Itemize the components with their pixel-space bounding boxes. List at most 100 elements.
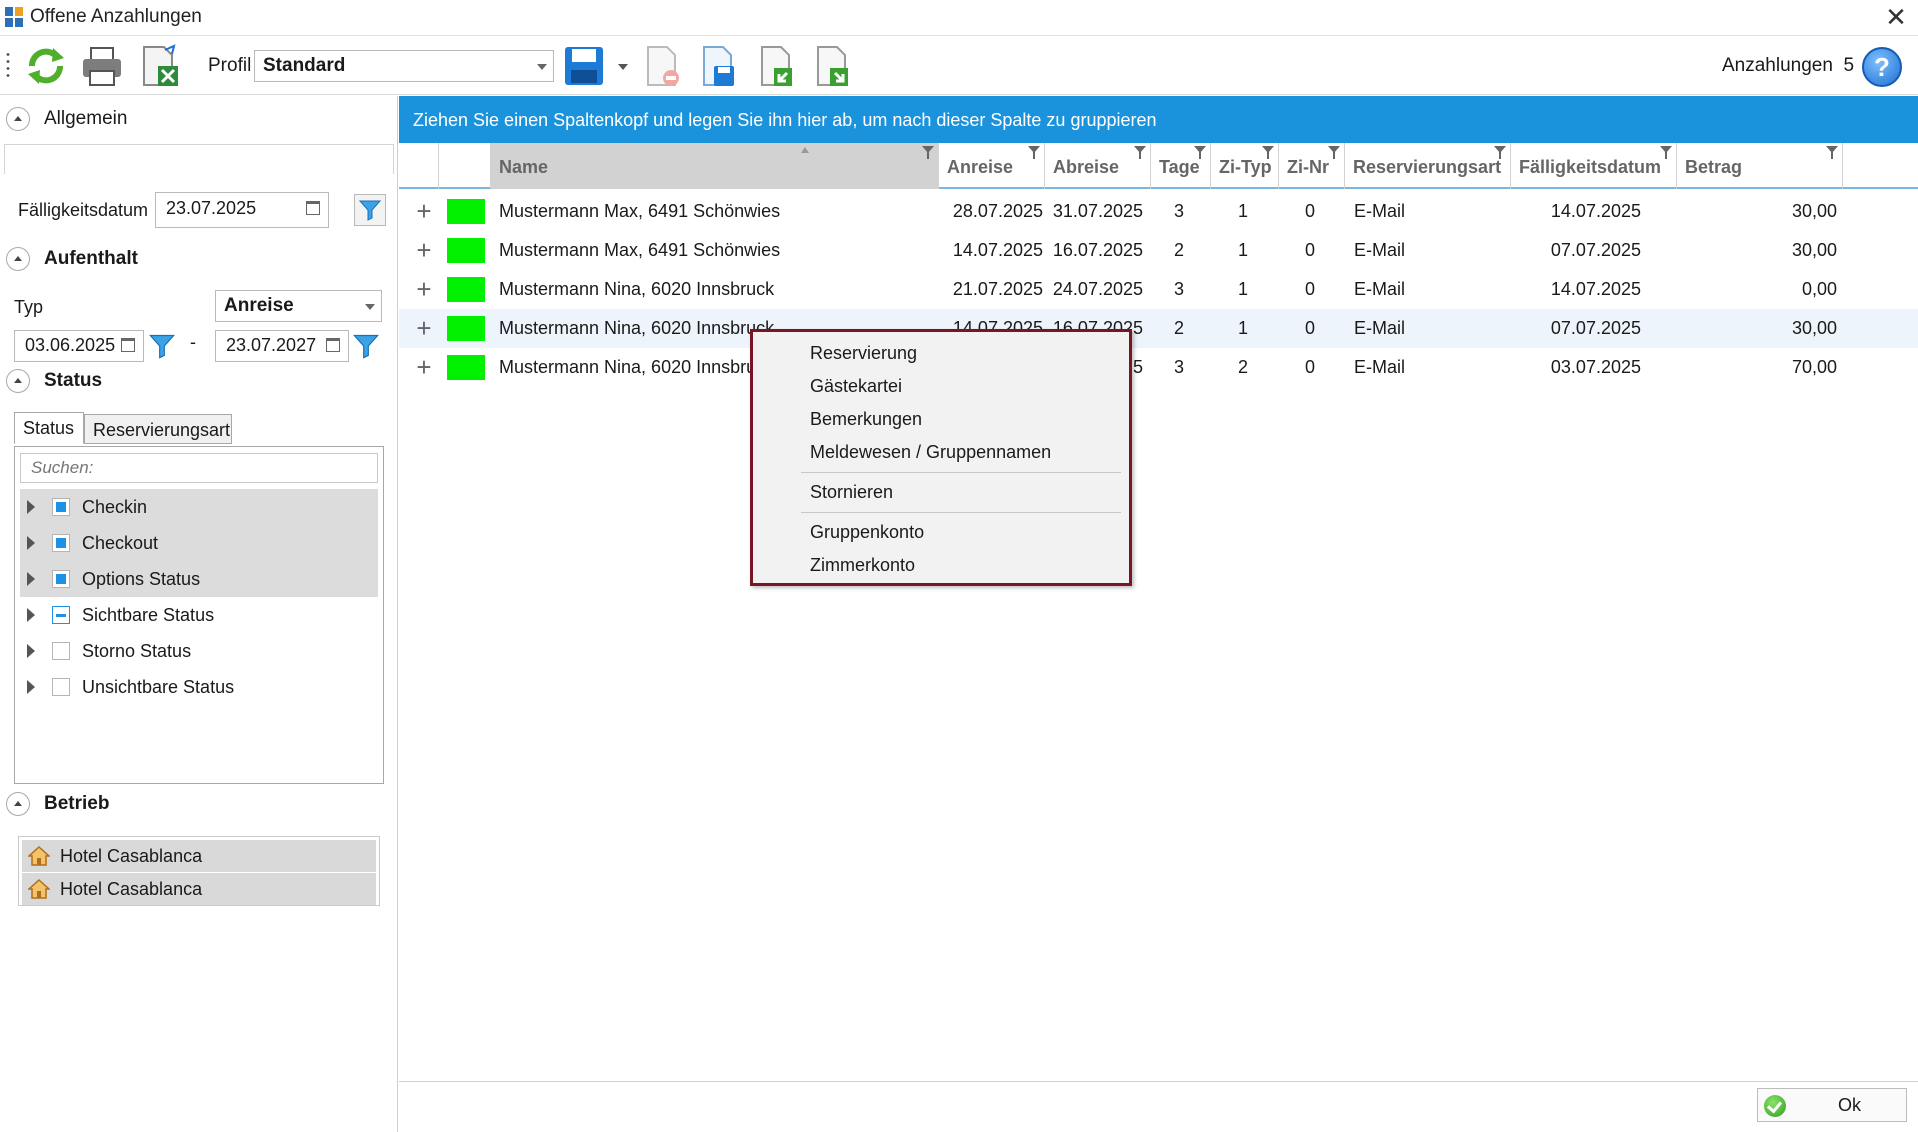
typ-select[interactable]: Anreise (215, 290, 382, 322)
context-menu-item[interactable]: Reservierung (753, 337, 1129, 370)
column-filter-icon[interactable] (1328, 146, 1340, 159)
col-zi-typ-header[interactable]: Zi-Typ (1211, 143, 1279, 189)
status-tree-item[interactable]: Checkin (20, 489, 378, 525)
section-allgemein[interactable]: Allgemein (6, 105, 127, 133)
expand-row-icon[interactable]: + (413, 231, 435, 270)
status-search-input[interactable] (20, 453, 378, 483)
cell-zityp: 1 (1237, 201, 1248, 221)
context-menu-item[interactable]: Gästekartei (753, 370, 1129, 403)
status-tree-item[interactable]: Unsichtbare Status (20, 669, 378, 705)
col-abreise-header[interactable]: Abreise (1045, 143, 1151, 189)
col-betrag-header[interactable]: Betrag (1677, 143, 1843, 189)
column-filter-icon[interactable] (1660, 146, 1672, 159)
status-checkbox[interactable] (52, 570, 70, 588)
toolbar-grip[interactable] (6, 51, 10, 79)
date-to-filter-button[interactable] (352, 332, 382, 362)
context-menu-item[interactable]: Zimmerkonto (753, 549, 1129, 582)
section-status[interactable]: Status (6, 367, 102, 395)
tab-reservierungsart[interactable]: Reservierungsart (84, 414, 232, 444)
calendar-icon[interactable] (121, 338, 135, 352)
context-menu-item[interactable]: Gruppenkonto (753, 516, 1129, 549)
status-checkbox[interactable] (52, 534, 70, 552)
status-tree-item[interactable]: Sichtbare Status (20, 597, 378, 633)
date-to-field[interactable]: 23.07.2027 (215, 330, 349, 362)
refresh-icon[interactable] (22, 42, 70, 90)
betrieb-item[interactable]: Hotel Casablanca (22, 840, 376, 872)
save-dropdown-icon[interactable] (618, 64, 628, 70)
context-menu-item[interactable]: Stornieren (753, 476, 1129, 509)
column-filter-icon[interactable] (1194, 146, 1206, 159)
section-aufenthalt[interactable]: Aufenthalt (6, 245, 138, 273)
status-tree-item[interactable]: Storno Status (20, 633, 378, 669)
column-filter-icon[interactable] (1494, 146, 1506, 159)
column-filter-icon[interactable] (1826, 146, 1838, 159)
calendar-icon[interactable] (326, 338, 340, 352)
table-row[interactable]: + Mustermann Max, 6491 Schönwies 14.07.202… (399, 231, 1918, 270)
print-icon[interactable] (78, 42, 126, 90)
expand-arrow-icon[interactable] (27, 680, 35, 694)
header-blank[interactable] (399, 143, 439, 189)
column-filter-icon[interactable] (922, 146, 934, 159)
collapse-icon[interactable] (6, 792, 30, 816)
status-tree-item[interactable]: Checkout (20, 525, 378, 561)
date-from-field[interactable]: 03.06.2025 (14, 330, 144, 362)
group-by-panel[interactable]: Ziehen Sie einen Spaltenkopf und legen S… (399, 96, 1918, 143)
column-filter-icon[interactable] (1028, 146, 1040, 159)
collapse-icon[interactable] (6, 369, 30, 393)
table-row[interactable]: + Mustermann Nina, 6020 Innsbruck 14.07.20… (399, 309, 1918, 348)
expand-arrow-icon[interactable] (27, 572, 35, 586)
close-icon[interactable]: ✕ (1880, 2, 1912, 32)
date-range-dash: - (190, 332, 196, 352)
cell-betrag: 30,00 (1791, 201, 1837, 221)
betrieb-item[interactable]: Hotel Casablanca (22, 873, 376, 905)
excel-export-icon[interactable] (136, 42, 184, 90)
date-from-filter-button[interactable] (148, 332, 178, 362)
col-tage-header[interactable]: Tage (1151, 143, 1211, 189)
expand-arrow-icon[interactable] (27, 536, 35, 550)
save-as-profile-icon[interactable] (694, 42, 742, 90)
section-betrieb[interactable]: Betrieb (6, 790, 109, 818)
status-checkbox[interactable] (52, 498, 70, 516)
column-filter-icon[interactable] (1262, 146, 1274, 159)
status-tree-item[interactable]: Options Status (20, 561, 378, 597)
header-blank[interactable] (439, 143, 491, 189)
help-icon[interactable]: ? (1862, 47, 1902, 87)
col-zi-nr-header[interactable]: Zi-Nr (1279, 143, 1345, 189)
profil-select[interactable]: Standard (254, 50, 554, 82)
context-menu-item[interactable]: Meldewesen / Gruppennamen (753, 436, 1129, 469)
cell-abreise: 24.07.2025 (1052, 279, 1143, 299)
faelligkeit-date-field[interactable]: 23.07.2025 (155, 192, 329, 228)
expand-row-icon[interactable]: + (413, 270, 435, 309)
cell-anreise: 14.07.2025 (952, 240, 1043, 260)
expand-row-icon[interactable]: + (413, 192, 435, 231)
table-row[interactable]: + Mustermann Nina, 6020 Innsbruck 21.07.20… (399, 270, 1918, 309)
calendar-icon[interactable] (306, 201, 320, 215)
col-reservierungsart-header[interactable]: Reservierungsart (1345, 143, 1511, 189)
expand-row-icon[interactable]: + (413, 309, 435, 348)
allgemein-textbox[interactable] (4, 144, 394, 174)
faelligkeit-filter-button[interactable] (354, 194, 386, 226)
expand-arrow-icon[interactable] (27, 500, 35, 514)
import-profile-icon[interactable] (752, 42, 800, 90)
context-menu-item[interactable]: Bemerkungen (753, 403, 1129, 436)
expand-row-icon[interactable]: + (413, 348, 435, 387)
collapse-icon[interactable] (6, 107, 30, 131)
table-row[interactable]: + Mustermann Nina, 6020 Innsbruck 5 3 2 0 E-Ma… (399, 348, 1918, 387)
tab-status[interactable]: Status (14, 412, 84, 444)
delete-profile-icon[interactable] (638, 42, 686, 90)
export-profile-icon[interactable] (808, 42, 856, 90)
expand-arrow-icon[interactable] (27, 608, 35, 622)
betrieb-item-label: Hotel Casablanca (60, 845, 203, 866)
save-profile-icon[interactable] (560, 42, 608, 90)
status-checkbox[interactable] (52, 642, 70, 660)
table-row[interactable]: + Mustermann Max, 6491 Schönwies 28.07.202… (399, 192, 1918, 231)
collapse-icon[interactable] (6, 247, 30, 271)
status-checkbox[interactable] (52, 606, 70, 624)
col-name-header[interactable]: Name (491, 143, 939, 189)
ok-button[interactable]: Ok (1757, 1088, 1907, 1122)
col-anreise-header[interactable]: Anreise (939, 143, 1045, 189)
expand-arrow-icon[interactable] (27, 644, 35, 658)
col-faelligkeitsdatum-header[interactable]: Fälligkeitsdatum (1511, 143, 1677, 189)
column-filter-icon[interactable] (1134, 146, 1146, 159)
status-checkbox[interactable] (52, 678, 70, 696)
